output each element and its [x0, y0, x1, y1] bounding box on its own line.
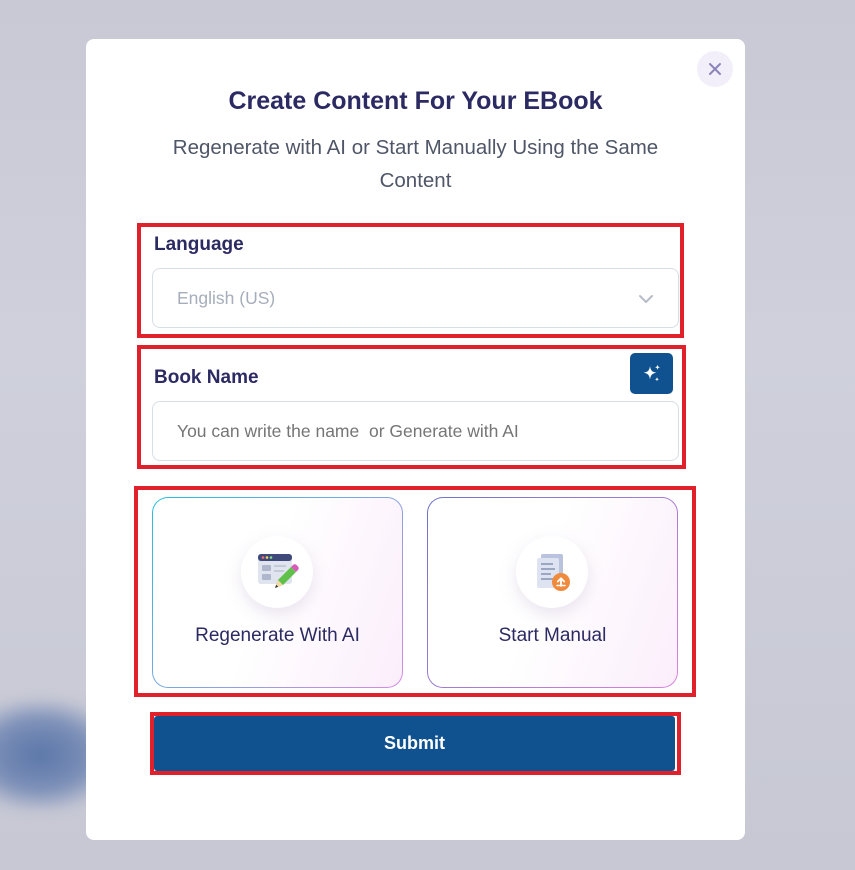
regenerate-with-ai-card[interactable]: Regenerate With AI [152, 497, 403, 688]
ai-edit-document-icon [258, 554, 299, 588]
chevron-down-icon [639, 295, 653, 303]
ai-edit-document-icon-wrapper [241, 536, 313, 608]
document-upload-icon-wrapper [516, 536, 588, 608]
modal-title: Create Content For Your EBook [228, 87, 603, 115]
book-name-input[interactable] [152, 401, 679, 461]
modal-subtitle: Regenerate with AI or Start Manually Usi… [172, 136, 659, 192]
close-button[interactable] [697, 51, 733, 87]
book-name-label: Book Name [154, 367, 259, 388]
start-manual-card[interactable]: Start Manual [427, 497, 678, 688]
language-selected-value: English (US) [177, 287, 276, 308]
sparkles-icon [643, 364, 660, 381]
submit-button[interactable]: Submit [154, 716, 675, 771]
close-icon [709, 63, 721, 75]
document-upload-icon [537, 554, 570, 591]
language-select[interactable]: English (US) [152, 268, 679, 328]
language-label: Language [154, 234, 244, 255]
generate-name-ai-button[interactable] [630, 353, 673, 394]
start-manual-label: Start Manual [498, 625, 607, 646]
create-content-modal: Create Content For Your EBook Regenerate… [86, 39, 745, 840]
regenerate-with-ai-label: Regenerate With AI [195, 625, 360, 646]
